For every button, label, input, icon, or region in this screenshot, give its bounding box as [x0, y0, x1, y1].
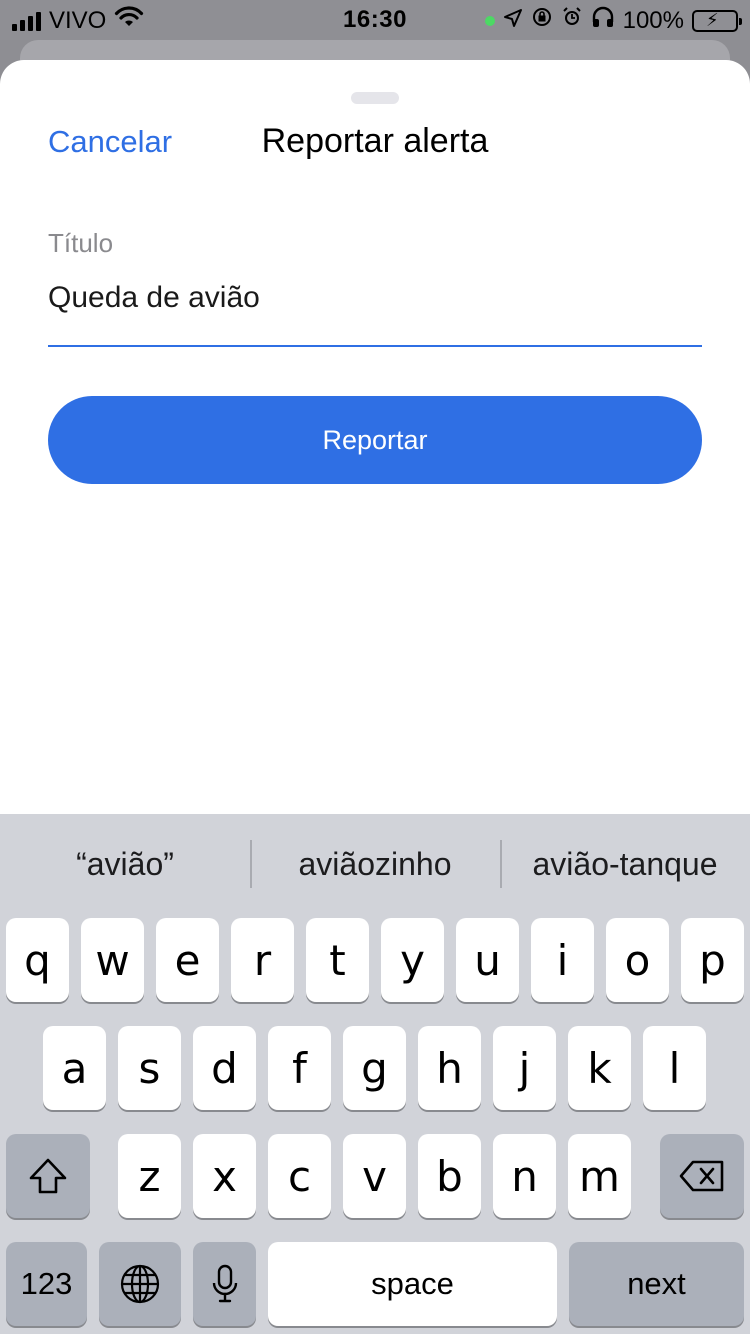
- battery-percent: 100%: [622, 6, 684, 34]
- key-y[interactable]: y: [381, 918, 444, 1002]
- mic-in-use-indicator: [484, 15, 495, 26]
- key-h[interactable]: h: [418, 1026, 481, 1110]
- key-t[interactable]: t: [306, 918, 369, 1002]
- next-key[interactable]: next: [569, 1242, 744, 1326]
- microphone-icon: [211, 1263, 239, 1305]
- key-k[interactable]: k: [568, 1026, 631, 1110]
- key-m[interactable]: m: [568, 1134, 631, 1218]
- backspace-icon: [678, 1159, 726, 1193]
- backspace-key[interactable]: [660, 1134, 744, 1218]
- key-v[interactable]: v: [343, 1134, 406, 1218]
- keyboard: “avião” aviãozinho avião-tanque q w e r …: [0, 814, 750, 1334]
- status-bar: VIVO 16:30 100% ⚡: [0, 0, 750, 40]
- title-input[interactable]: [48, 274, 702, 322]
- shift-icon: [28, 1157, 68, 1195]
- key-c[interactable]: c: [268, 1134, 331, 1218]
- key-s[interactable]: s: [118, 1026, 181, 1110]
- key-u[interactable]: u: [456, 918, 519, 1002]
- key-e[interactable]: e: [156, 918, 219, 1002]
- title-input-underline: [48, 345, 702, 347]
- key-l[interactable]: l: [643, 1026, 706, 1110]
- suggestion-bar: “avião” aviãozinho avião-tanque: [0, 814, 750, 914]
- sheet-title: Reportar alerta: [261, 122, 489, 160]
- space-key[interactable]: space: [268, 1242, 557, 1326]
- key-p[interactable]: p: [681, 918, 744, 1002]
- suggestion-item[interactable]: aviãozinho: [250, 814, 500, 914]
- globe-icon: [119, 1263, 161, 1305]
- location-icon: [503, 7, 523, 35]
- key-r[interactable]: r: [231, 918, 294, 1002]
- numbers-key[interactable]: 123: [6, 1242, 87, 1326]
- key-d[interactable]: d: [193, 1026, 256, 1110]
- title-field-label: Título: [48, 228, 114, 258]
- report-button[interactable]: Reportar: [48, 396, 702, 484]
- key-w[interactable]: w: [81, 918, 144, 1002]
- sheet-grabber[interactable]: [351, 92, 399, 104]
- suggestion-item[interactable]: “avião”: [0, 814, 250, 914]
- alarm-icon: [561, 6, 583, 35]
- report-alert-sheet: Cancelar Reportar alerta Título Reportar: [0, 60, 750, 820]
- key-z[interactable]: z: [118, 1134, 181, 1218]
- key-q[interactable]: q: [6, 918, 69, 1002]
- key-b[interactable]: b: [418, 1134, 481, 1218]
- key-n[interactable]: n: [493, 1134, 556, 1218]
- suggestion-item[interactable]: avião-tanque: [500, 814, 750, 914]
- key-f[interactable]: f: [268, 1026, 331, 1110]
- dictation-key[interactable]: [193, 1242, 256, 1326]
- key-o[interactable]: o: [606, 918, 669, 1002]
- rotation-lock-icon: [531, 6, 553, 35]
- key-x[interactable]: x: [193, 1134, 256, 1218]
- key-j[interactable]: j: [493, 1026, 556, 1110]
- battery-charging-icon: ⚡: [692, 9, 742, 32]
- key-a[interactable]: a: [43, 1026, 106, 1110]
- shift-key[interactable]: [6, 1134, 90, 1218]
- headphones-icon: [591, 6, 615, 35]
- globe-key[interactable]: [99, 1242, 181, 1326]
- key-i[interactable]: i: [531, 918, 594, 1002]
- key-g[interactable]: g: [343, 1026, 406, 1110]
